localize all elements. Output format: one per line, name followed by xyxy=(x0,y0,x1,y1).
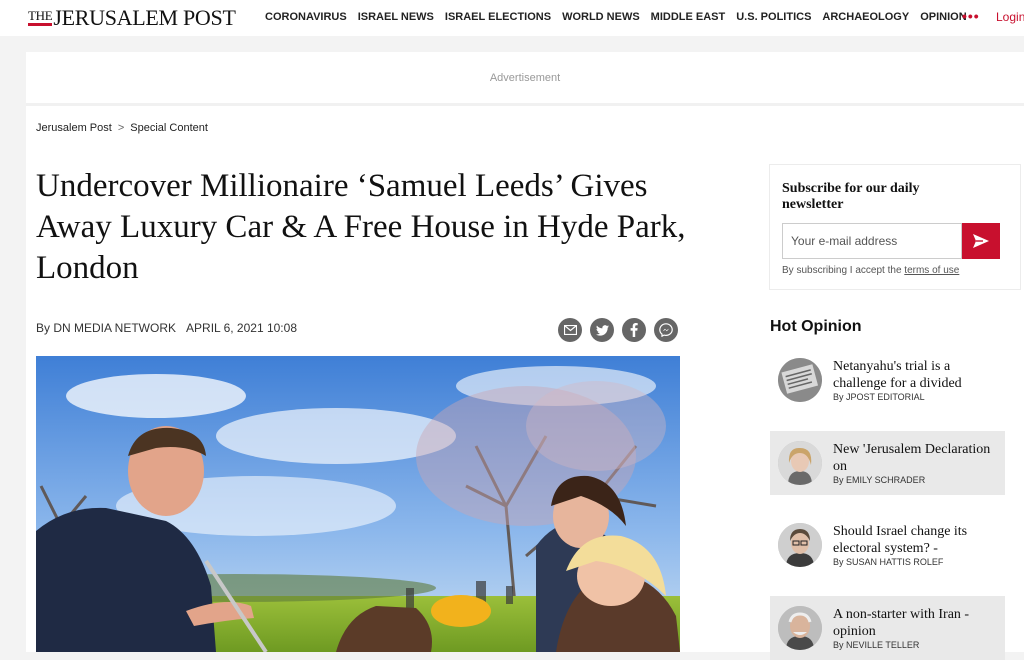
nav-item-us-politics[interactable]: U.S. POLITICS xyxy=(736,11,811,23)
twitter-icon[interactable] xyxy=(590,318,614,342)
publish-date: APRIL 6, 2021 10:08 xyxy=(186,321,297,335)
author-name[interactable]: By DN MEDIA NETWORK xyxy=(36,321,176,335)
logo-the: THE xyxy=(28,8,53,26)
newsletter-title: Subscribe for our daily newsletter xyxy=(782,181,920,212)
advertisement-label: Advertisement xyxy=(489,72,561,84)
logo-name: JERUSALEM POST xyxy=(53,5,236,30)
article-hero-image[interactable] xyxy=(36,356,680,652)
opinion-item[interactable]: Should Israel change its electoral syste… xyxy=(770,513,1005,577)
opinion-author-avatar xyxy=(778,606,822,650)
facebook-icon[interactable] xyxy=(622,318,646,342)
breadcrumb-separator: > xyxy=(117,122,125,134)
nav-item-coronavirus[interactable]: CORONAVIRUS xyxy=(265,11,347,23)
nav-item-archaeology[interactable]: ARCHAEOLOGY xyxy=(822,11,909,23)
nav-item-world-news[interactable]: WORLD NEWS xyxy=(562,11,640,23)
breadcrumb-home[interactable]: Jerusalem Post xyxy=(36,122,112,134)
opinion-author: By JPOST EDITORIAL xyxy=(833,392,925,402)
opinion-author: By EMILY SCHRADER xyxy=(833,475,926,485)
opinion-title[interactable]: Should Israel change its electoral syste… xyxy=(833,523,998,557)
opinion-item[interactable]: A non-starter with Iran - opinion By NEV… xyxy=(770,596,1005,660)
opinion-author-avatar xyxy=(778,523,822,567)
nav-item-israel-news[interactable]: ISRAEL NEWS xyxy=(358,11,434,23)
opinion-author: By NEVILLE TELLER xyxy=(833,640,920,650)
article-byline: By DN MEDIA NETWORK APRIL 6, 2021 10:08 xyxy=(36,321,297,335)
send-arrow-icon xyxy=(973,234,989,248)
terms-of-use-link[interactable]: terms of use xyxy=(904,265,959,276)
email-icon[interactable] xyxy=(558,318,582,342)
top-navigation-bar: THEJERUSALEM POST CORONAVIRUS ISRAEL NEW… xyxy=(0,0,1024,36)
opinion-title[interactable]: Netanyahu's trial is a challenge for a d… xyxy=(833,358,998,392)
nav-item-middle-east[interactable]: MIDDLE EAST xyxy=(651,11,726,23)
terms-prefix: By subscribing I accept the xyxy=(782,265,902,276)
main-nav: CORONAVIRUS ISRAEL NEWS ISRAEL ELECTIONS… xyxy=(265,11,967,23)
opinion-title[interactable]: A non-starter with Iran - opinion xyxy=(833,606,998,640)
opinion-author: By SUSAN HATTIS ROLEF xyxy=(833,557,944,567)
nav-item-israel-elections[interactable]: ISRAEL ELECTIONS xyxy=(445,11,551,23)
site-logo[interactable]: THEJERUSALEM POST xyxy=(28,5,236,31)
subscribe-terms-note: By subscribing I accept the terms of use xyxy=(782,265,959,276)
breadcrumb-section[interactable]: Special Content xyxy=(130,122,208,134)
login-link[interactable]: Login xyxy=(996,10,1024,24)
newsletter-subscribe-box: Subscribe for our daily newsletter By su… xyxy=(769,164,1021,290)
email-input[interactable] xyxy=(782,223,962,259)
opinion-thumbnail xyxy=(778,358,822,402)
advertisement-banner: Advertisement xyxy=(26,52,1024,106)
opinion-author-avatar xyxy=(778,441,822,485)
share-buttons xyxy=(558,318,678,342)
nav-item-opinion[interactable]: OPINION xyxy=(920,11,966,23)
opinion-title[interactable]: New 'Jerusalem Declaration on xyxy=(833,441,998,475)
more-menu-icon[interactable]: ••• xyxy=(962,8,980,24)
article-headline: Undercover Millionaire ‘Samuel Leeds’ Gi… xyxy=(36,168,686,286)
breadcrumb: Jerusalem Post > Special Content xyxy=(36,122,208,134)
opinion-item[interactable]: Netanyahu's trial is a challenge for a d… xyxy=(770,348,1005,412)
hot-opinion-heading: Hot Opinion xyxy=(770,318,862,335)
subscribe-submit-button[interactable] xyxy=(962,223,1000,259)
messenger-icon[interactable] xyxy=(654,318,678,342)
opinion-item[interactable]: New 'Jerusalem Declaration on By EMILY S… xyxy=(770,431,1005,495)
